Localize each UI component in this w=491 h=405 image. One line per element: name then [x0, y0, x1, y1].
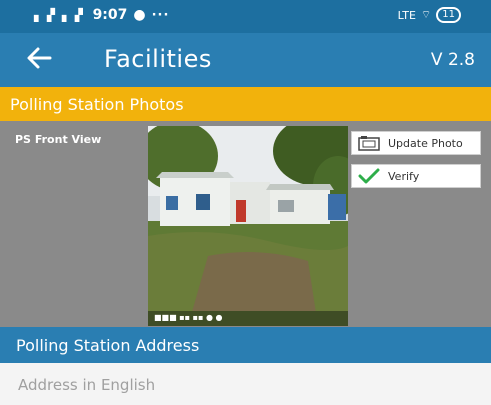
app-bar: Facilities V 2.8: [0, 33, 491, 87]
more-notifications-icon: ···: [151, 7, 170, 23]
status-left: ▖▗▘ ▖▗▘ 9:07 ● ···: [34, 7, 169, 23]
update-photo-label: Update Photo: [388, 136, 463, 150]
battery-icon: 11: [436, 7, 461, 23]
status-bar: ▖▗▘ ▖▗▘ 9:07 ● ··· LTE ⌔ 11: [0, 0, 491, 33]
wifi-icon: ⌔: [420, 8, 432, 21]
whatsapp-icon: ●: [133, 7, 146, 23]
verify-label: Verify: [388, 169, 420, 183]
status-right: LTE ⌔ 11: [398, 7, 461, 23]
photo-label: PS Front View: [15, 133, 102, 146]
page-title: Facilities: [104, 45, 212, 73]
address-section-title: Polling Station Address: [16, 336, 200, 355]
update-photo-button[interactable]: Update Photo: [351, 131, 481, 155]
network-type: LTE: [397, 8, 416, 22]
check-icon: [358, 168, 380, 184]
battery-level: 11: [442, 9, 455, 20]
signal-icon: ▖▗▘ ▖▗▘: [34, 8, 88, 22]
camera-icon: [358, 135, 380, 151]
photo-watermark: ■■■ ▪▪ ▪▪ ● ●: [154, 313, 223, 322]
address-field-container: [0, 363, 491, 405]
photos-section-header: Polling Station Photos: [0, 87, 491, 121]
polling-station-photo[interactable]: ■■■ ▪▪ ▪▪ ● ●: [148, 126, 348, 326]
address-english-input[interactable]: [16, 371, 470, 399]
back-arrow-icon[interactable]: [24, 43, 54, 73]
verify-button[interactable]: Verify: [351, 164, 481, 188]
status-time: 9:07: [92, 7, 128, 23]
address-section-header: Polling Station Address: [0, 327, 491, 363]
photos-section-title: Polling Station Photos: [10, 95, 184, 114]
app-version: V 2.8: [430, 50, 475, 70]
photo-section: PS Front View ■■■ ▪▪ ▪▪ ● ● Update Photo…: [0, 121, 491, 327]
